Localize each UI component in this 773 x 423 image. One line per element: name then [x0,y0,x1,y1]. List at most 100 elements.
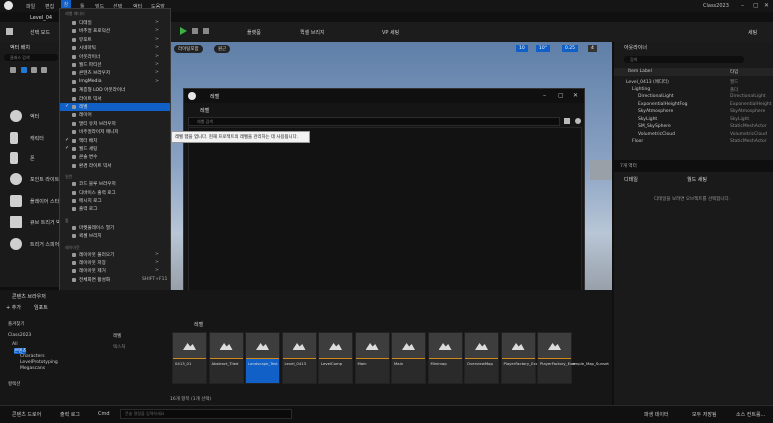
gear-icon[interactable] [575,118,581,124]
menu-item[interactable]: 레이아웃 제거 > [60,267,170,275]
filter-levels[interactable]: 레벨 [113,333,121,339]
menu-item[interactable]: 콘솔 변수 [60,153,170,161]
menu-item[interactable]: 디바이스 출력 로그 [60,189,170,197]
asset-tile[interactable]: Main [391,332,426,384]
level-search-input[interactable]: 레벨 검색 [188,117,560,126]
level-tab[interactable]: Level_04 [30,15,52,21]
basic-icon[interactable] [21,67,27,73]
menu-item[interactable]: 레이어 [60,111,170,119]
folder-all[interactable]: All [12,342,18,347]
close-icon[interactable]: ✕ [764,2,769,9]
perspective-button[interactable]: 원근 [214,45,231,53]
asset-tile[interactable]: Level_0413 [281,332,317,384]
outliner-search-input[interactable]: 검색 [624,56,744,63]
menu-item[interactable]: 계층형 LOD 아웃라이너 [60,86,170,94]
source-control-button[interactable]: 소스 컨트롤... [736,411,765,418]
grid-snap-value[interactable]: 10 [516,45,528,52]
asset-tile[interactable]: Abstract_Tiled [208,332,244,384]
project-section[interactable]: Class2023 [8,333,31,338]
derived-data-button[interactable]: 파생 데이터 [644,411,669,418]
menu-item[interactable]: 메시지 로그 [60,197,170,205]
rotation-snap-value[interactable]: 10° [536,45,550,52]
menu-item[interactable]: 라이트 믹서 [60,95,170,103]
place-search-input[interactable]: 클래스 검색 [4,54,58,61]
menu-item[interactable]: ImgMedia > [60,78,170,86]
asset-tile[interactable]: PlayerFactory_Example_Map_Daytime [500,332,575,384]
asset-tile[interactable]: Main [354,332,390,384]
menu-item[interactable]: 시네마틱 > [60,44,170,52]
lit-mode-button[interactable]: 라이팅포함 [174,45,203,53]
vp-settings-button[interactable]: VP 세팅 [382,29,399,36]
asset-tile[interactable]: PlayerFactory_Example_Map_Sunset [537,332,609,384]
collections-section[interactable]: 컬렉션 [8,381,20,387]
asset-tile[interactable]: Landscape_Test [245,332,280,384]
close-icon[interactable]: ✕ [573,92,578,99]
column-label[interactable]: Item Label [628,69,652,74]
lights-icon[interactable] [31,67,37,73]
skip-icon[interactable] [192,28,198,34]
menu-item[interactable]: 비주얼라이저 매니저 [60,128,170,136]
menu-item[interactable]: 전체화면 활성화 SHIFT+F11 [60,276,170,284]
levels-tab[interactable]: 레벨 [210,93,219,100]
menu-item[interactable]: ✓ 액터 배치 [60,137,170,145]
menu-item[interactable]: 월드 파티션 > [60,61,170,69]
levels-menu[interactable]: 레벨 [200,107,209,114]
maximize-icon[interactable]: ▢ [558,92,564,99]
breadcrumb-levels[interactable]: 레벨 [194,321,203,328]
details-tab[interactable]: 디테일 [624,176,638,183]
scale-snap-value[interactable]: 0.25 [562,45,579,52]
menu-item[interactable]: 디테일 > [60,19,170,27]
save-all-button[interactable]: 모두 저장됨 [692,411,717,418]
menu-item[interactable]: 콘텐츠 브라우저 > [60,69,170,77]
asset-name: 0413_01 [175,361,192,366]
asset-tile[interactable]: 0413_01 [172,332,207,384]
menu-item[interactable]: 출력 로그 [60,205,170,213]
stop-icon[interactable] [203,28,209,34]
menu-item[interactable]: 아웃라이너 > [60,53,170,61]
asset-tile[interactable]: LevelComp [318,332,353,384]
column-type[interactable]: 타입 [730,69,738,75]
menu-item-label: 액터 배치 [79,138,98,144]
favorites-section[interactable]: 즐겨찾기 [8,321,25,327]
minimize-icon[interactable]: – [543,92,546,99]
quickadd-button[interactable]: 퀵셀 브리지 [300,29,325,36]
asset-tile[interactable]: Minimap [427,332,463,384]
menu-item[interactable]: 퀵셀 브리지 [60,232,170,240]
folder-characters[interactable]: Characters [20,354,45,359]
outliner-row[interactable]: Floor StaticMeshActor [614,138,773,146]
console-input[interactable]: 콘솔 명령을 입력하세요 [120,409,292,419]
menu-item[interactable]: ✓ 레벨 [60,103,170,111]
filter-textures[interactable]: 텍스처 [113,344,125,350]
menu-edit[interactable]: 편집 [45,3,54,10]
platform-button[interactable]: 플랫폼 [247,29,261,36]
folder-megascans[interactable]: Megascans [20,366,45,371]
folder-levelprototyping[interactable]: LevelPrototyping [20,360,58,365]
shapes-icon[interactable] [41,67,47,73]
cmd-dropdown[interactable]: Cmd [98,411,110,417]
menu-item[interactable]: 마켓플레이스 열기 [60,224,170,232]
menu-item[interactable]: 뷰포트 > [60,36,170,44]
maximize-icon[interactable]: ▢ [753,2,759,9]
menu-file[interactable]: 파일 [26,3,35,10]
settings-button[interactable]: 세팅 [748,29,757,36]
save-icon[interactable] [564,118,570,124]
menu-item[interactable]: ✓ 월드 세팅 [60,145,170,153]
menu-item[interactable]: 코드 블루 브라우저 [60,180,170,188]
save-icon[interactable] [6,28,13,35]
menu-item[interactable]: 레이아웃 불러오기 > [60,251,170,259]
menu-item[interactable]: 환경 라이트 믹서 [60,162,170,170]
menu-item[interactable]: 버추얼 프로덕션 > [60,27,170,35]
camera-speed-value[interactable]: 4 [588,45,597,52]
mode-button[interactable]: 선택 모드 [30,29,50,36]
output-log-button[interactable]: 출력 로그 [60,411,80,418]
import-button[interactable]: 임포트 [34,304,48,311]
asset-tile[interactable]: OverviewMap [464,332,499,384]
menu-item[interactable]: 레이아웃 저장 > [60,259,170,267]
world-settings-tab[interactable]: 월드 세팅 [687,176,707,183]
play-icon[interactable] [180,27,187,35]
content-drawer-button[interactable]: 콘텐츠 드로어 [12,411,41,418]
add-button[interactable]: + 추가 [6,304,21,311]
minimize-icon[interactable]: – [741,2,744,9]
menu-item[interactable]: 멀티 유저 브라우저 [60,120,170,128]
recent-icon[interactable] [10,67,16,73]
